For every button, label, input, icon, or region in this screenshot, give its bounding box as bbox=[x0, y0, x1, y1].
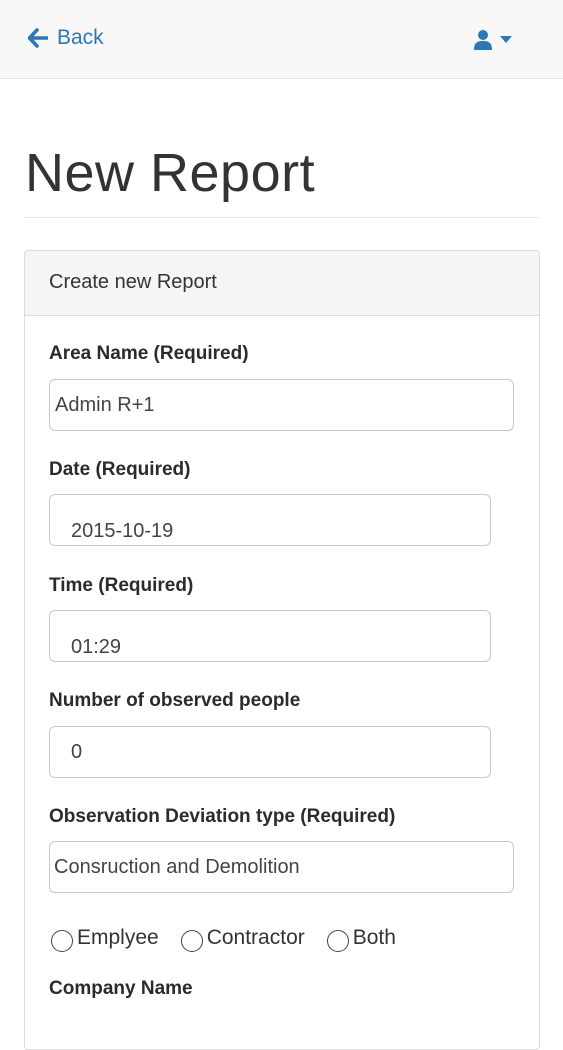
area-name-field[interactable]: Admin R+1 bbox=[49, 379, 514, 431]
title-divider bbox=[24, 217, 539, 218]
back-button[interactable]: Back bbox=[28, 26, 104, 50]
radio-both[interactable]: Both bbox=[326, 924, 396, 952]
date-value: 2015-10-19 bbox=[71, 519, 174, 542]
observed-people-field[interactable]: 0 bbox=[49, 726, 491, 778]
user-icon bbox=[474, 30, 492, 50]
page-title: New Report bbox=[25, 143, 316, 203]
date-field[interactable]: 2015-10-19 bbox=[49, 494, 491, 546]
date-label: Date (Required) bbox=[49, 459, 191, 480]
time-label: Time (Required) bbox=[49, 575, 194, 596]
deviation-type-label: Observation Deviation type (Required) bbox=[49, 806, 396, 827]
user-menu-toggle[interactable] bbox=[473, 29, 512, 50]
radio-both-label: Both bbox=[352, 926, 396, 949]
time-field[interactable]: 01:29 bbox=[49, 610, 491, 662]
deviation-type-value: Consruction and Demolition bbox=[54, 855, 300, 878]
radio-button[interactable] bbox=[180, 930, 203, 952]
caret-down-icon bbox=[500, 35, 512, 43]
radio-button[interactable] bbox=[51, 930, 73, 952]
company-name-label: Company Name bbox=[49, 978, 193, 999]
radio-employee[interactable]: Emplyee bbox=[51, 924, 159, 952]
arrow-left-icon bbox=[28, 28, 48, 48]
top-navbar: Back bbox=[0, 0, 563, 79]
radio-contractor-label: Contractor bbox=[206, 926, 305, 949]
radio-employee-label: Emplyee bbox=[77, 926, 159, 949]
radio-button[interactable] bbox=[326, 930, 349, 952]
area-name-label: Area Name (Required) bbox=[49, 343, 249, 364]
observed-people-label: Number of observed people bbox=[49, 690, 301, 711]
radio-contractor[interactable]: Contractor bbox=[180, 924, 305, 952]
deviation-type-field[interactable]: Consruction and Demolition bbox=[49, 841, 514, 893]
area-name-value: Admin R+1 bbox=[55, 393, 155, 416]
panel-heading: Create new Report bbox=[25, 251, 539, 316]
time-value: 01:29 bbox=[71, 635, 122, 658]
worker-type-radio-group: Emplyee Contractor Both bbox=[51, 924, 418, 952]
observed-people-value: 0 bbox=[71, 740, 83, 763]
back-label: Back bbox=[57, 26, 104, 49]
